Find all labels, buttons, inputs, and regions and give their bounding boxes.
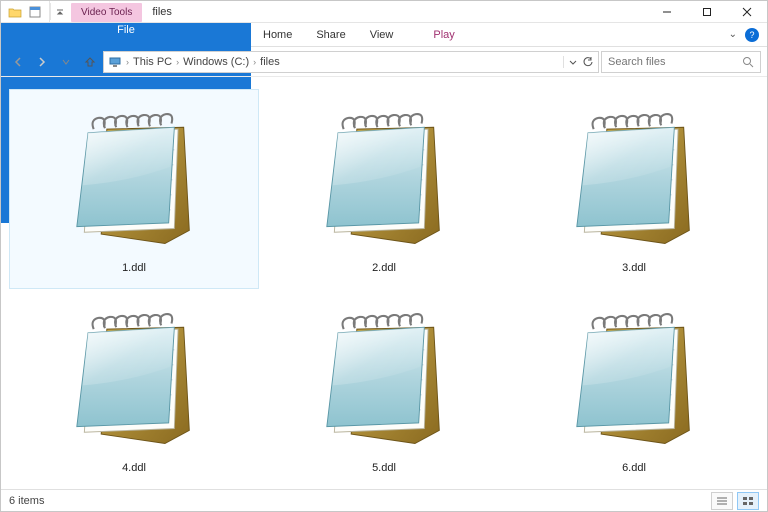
file-label: 6.ddl xyxy=(622,462,646,474)
status-bar: 6 items xyxy=(1,489,767,511)
search-input[interactable] xyxy=(608,56,742,68)
recent-locations-icon[interactable] xyxy=(55,51,77,73)
file-item[interactable]: 2.ddl xyxy=(259,89,509,289)
refresh-icon[interactable] xyxy=(582,56,594,68)
back-button[interactable] xyxy=(7,51,29,73)
breadcrumb-item[interactable]: files xyxy=(260,56,280,68)
window-title: files xyxy=(144,1,172,22)
file-label: 2.ddl xyxy=(372,262,396,274)
folder-icon xyxy=(7,4,23,20)
breadcrumb-item[interactable]: This PC xyxy=(133,56,172,68)
chevron-right-icon[interactable]: › xyxy=(253,57,256,67)
file-label: 5.ddl xyxy=(372,462,396,474)
chevron-right-icon[interactable]: › xyxy=(176,57,179,67)
notepad-icon xyxy=(554,96,714,256)
file-item[interactable]: 1.ddl xyxy=(9,89,259,289)
minimize-button[interactable] xyxy=(647,1,687,22)
notepad-icon xyxy=(554,296,714,456)
titlebar: Video Tools files xyxy=(1,1,767,23)
file-item[interactable]: 3.ddl xyxy=(509,89,759,289)
tab-view[interactable]: View xyxy=(358,23,406,46)
close-button[interactable] xyxy=(727,1,767,22)
divider xyxy=(50,3,51,20)
file-item[interactable]: 4.ddl xyxy=(9,289,259,489)
notepad-icon xyxy=(54,296,214,456)
notepad-icon xyxy=(304,96,464,256)
expand-ribbon-icon[interactable]: ⌄ xyxy=(729,29,737,40)
help-icon[interactable]: ? xyxy=(745,28,759,42)
search-box[interactable] xyxy=(601,51,761,73)
file-item[interactable]: 6.ddl xyxy=(509,289,759,489)
thumbnails-view-button[interactable] xyxy=(737,492,759,510)
tab-home[interactable]: Home xyxy=(251,23,304,46)
breadcrumbs: This PC › Windows (C:) › files xyxy=(133,56,559,68)
tab-play[interactable]: Play xyxy=(421,23,466,46)
ribbon-tabs: File Home Share View Play ⌄ ? xyxy=(1,23,767,47)
breadcrumb-item[interactable]: Windows (C:) xyxy=(183,56,249,68)
forward-button[interactable] xyxy=(31,51,53,73)
pc-icon xyxy=(108,55,122,69)
tab-share[interactable]: Share xyxy=(304,23,357,46)
item-count: 6 items xyxy=(9,495,44,507)
file-label: 1.ddl xyxy=(122,262,146,274)
quick-access-toolbar xyxy=(1,1,50,22)
notepad-icon xyxy=(304,296,464,456)
search-icon xyxy=(742,56,754,68)
up-button[interactable] xyxy=(79,51,101,73)
file-label: 3.ddl xyxy=(622,262,646,274)
file-item[interactable]: 5.ddl xyxy=(259,289,509,489)
file-pane[interactable]: 1.ddl 2.ddl 3.ddl 4.ddl 5.ddl 6.ddl xyxy=(1,77,767,489)
file-label: 4.ddl xyxy=(122,462,146,474)
maximize-button[interactable] xyxy=(687,1,727,22)
contextual-tab-label: Video Tools xyxy=(71,3,142,22)
address-bar[interactable]: › This PC › Windows (C:) › files xyxy=(103,51,599,73)
dropdown-icon[interactable] xyxy=(568,57,578,67)
qat-dropdown-icon[interactable] xyxy=(53,4,67,20)
properties-icon[interactable] xyxy=(27,4,43,20)
notepad-icon xyxy=(54,96,214,256)
details-view-button[interactable] xyxy=(711,492,733,510)
chevron-right-icon[interactable]: › xyxy=(126,57,129,67)
explorer-window: Video Tools files File Home Share View P… xyxy=(0,0,768,512)
navigation-bar: › This PC › Windows (C:) › files xyxy=(1,47,767,77)
